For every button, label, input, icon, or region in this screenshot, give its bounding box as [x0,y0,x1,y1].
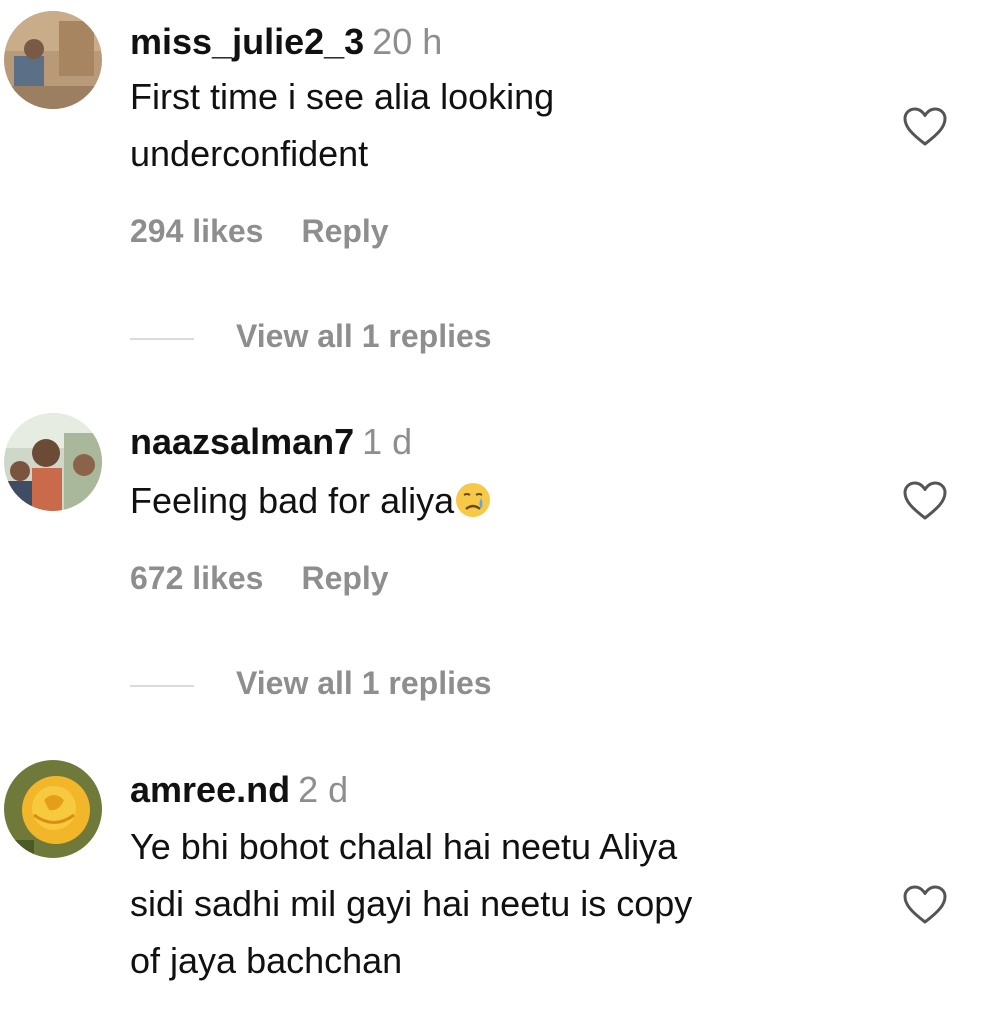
comment-header: miss_julie2_3 20 h [130,20,442,64]
username[interactable]: naazsalman7 [130,421,354,462]
comment-header: naazsalman7 1 d [130,420,412,464]
comment-text-line: of jaya bachchan [130,940,403,981]
likes-count[interactable]: 294 likes [130,211,263,251]
comment-actions: 672 likes Reply [130,558,389,598]
view-replies: View all 1 replies [130,663,492,703]
comment-header: amree.nd 2 d [130,768,348,812]
comment-text-line: Feeling bad for aliya [130,480,455,521]
heart-outline-icon[interactable] [902,884,948,926]
reply-button[interactable]: Reply [301,211,388,251]
comment-text-line: First time i see alia looking [130,76,555,117]
username[interactable]: amree.nd [130,769,290,810]
comment-text-line: Ye bhi bohot chalal hai neetu Aliya [130,826,678,867]
comment-text-line: sidi sadhi mil gayi hai neetu is copy [130,883,693,924]
avatar[interactable] [4,11,102,109]
heart-outline-icon[interactable] [902,106,948,148]
comment-text: Ye bhi bohot chalal hai neetu Aliya sidi… [130,818,692,989]
timestamp: 20 h [372,21,443,62]
view-replies: View all 1 replies [130,316,492,356]
timestamp: 2 d [298,769,349,810]
cut-off-actions [130,1016,430,1024]
view-replies-button[interactable]: View all 1 replies [236,318,492,354]
crying-face-emoji [454,478,492,517]
view-replies-button[interactable]: View all 1 replies [236,665,492,701]
divider-line [130,684,194,687]
comment-text: First time i see alia looking underconfi… [130,68,554,182]
comment-actions: 294 likes Reply [130,211,389,251]
timestamp: 1 d [362,421,413,462]
avatar[interactable] [4,760,102,858]
comment-text-line: underconfident [130,133,369,174]
likes-count[interactable]: 672 likes [130,558,263,598]
reply-button[interactable]: Reply [301,558,388,598]
comment-text: Feeling bad for aliya [130,472,492,529]
heart-outline-icon[interactable] [902,480,948,522]
divider-line [130,337,194,340]
username[interactable]: miss_julie2_3 [130,21,364,62]
avatar[interactable] [4,413,102,511]
